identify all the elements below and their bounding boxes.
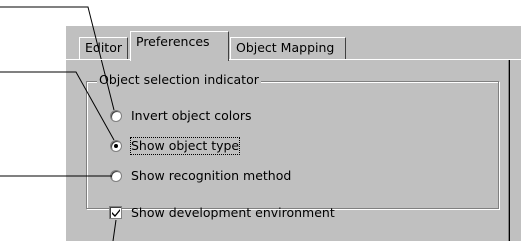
tab-preferences[interactable]: Preferences	[130, 31, 229, 61]
tab-editor[interactable]: Editor	[79, 37, 128, 60]
tab-object-mapping[interactable]: Object Mapping	[230, 37, 346, 60]
preferences-panel	[66, 59, 521, 241]
